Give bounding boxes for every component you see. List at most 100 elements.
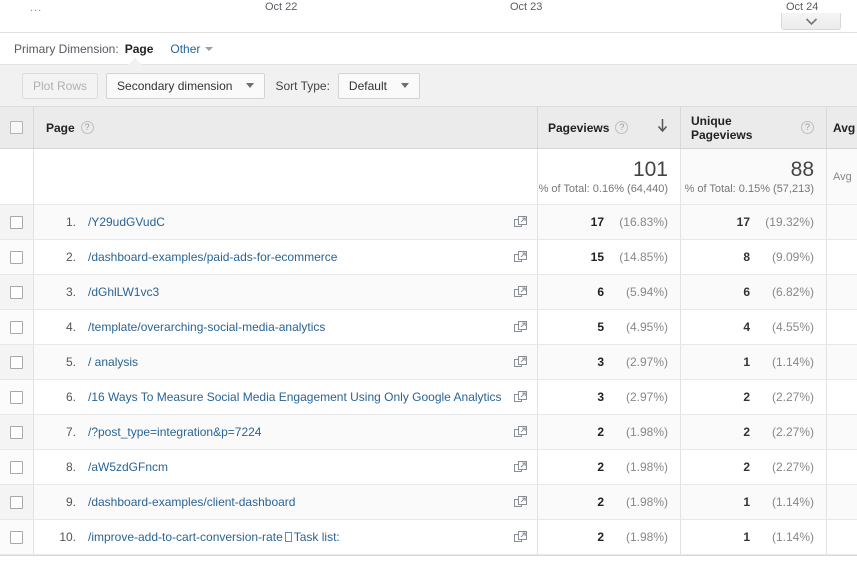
page-link[interactable]: /aW5zdGFncm (88, 460, 168, 474)
row-unique-pageviews-value: 4 (743, 320, 750, 334)
row-checkbox[interactable] (10, 355, 23, 369)
page-link[interactable]: /improve-add-to-cart-conversion-rate Task… (88, 530, 340, 544)
pages-data-table: Page ? Pageviews ? Unique Pageviews ? Av… (0, 106, 857, 555)
row-unique-pageviews-percent: (1.14%) (771, 355, 814, 369)
open-in-new-window-icon[interactable] (514, 425, 527, 439)
row-unique-pageviews-value: 2 (743, 425, 750, 439)
row-unique-pageviews-cell: 2 (2.27%) (681, 415, 827, 449)
row-page-cell: 4. /template/overarching-social-media-ana… (34, 310, 538, 344)
summary-unique-pageviews-subtext: % of Total: 0.15% (57,213) (684, 183, 814, 195)
table-row: 6. /16 Ways To Measure Social Media Engag… (0, 380, 857, 415)
open-in-new-window-icon[interactable] (514, 355, 527, 369)
summary-pageviews-cell: 101 % of Total: 0.16% (64,440) (538, 149, 681, 204)
summary-avg-cell: Avg (827, 149, 857, 204)
open-in-new-window-icon[interactable] (514, 320, 527, 334)
row-checkbox[interactable] (10, 425, 23, 439)
row-index: 8. (65, 460, 76, 474)
row-index: 4. (65, 320, 76, 334)
page-link[interactable]: /16 Ways To Measure Social Media Engagem… (88, 390, 502, 404)
column-header-pageviews[interactable]: Pageviews ? (538, 107, 681, 148)
sort-type-dropdown[interactable]: Default (337, 72, 420, 99)
select-all-checkbox[interactable] (10, 121, 23, 134)
page-link[interactable]: /dashboard-examples/client-dashboard (88, 495, 295, 509)
page-link-text: /dGhlLW1vc3 (88, 285, 160, 299)
row-unique-pageviews-percent: (2.27%) (771, 460, 814, 474)
page-link[interactable]: /Y29udGVudC (88, 215, 165, 229)
missing-glyph-box (284, 532, 292, 542)
page-link[interactable]: /?post_type=integration&p=7224 (88, 425, 261, 439)
help-icon[interactable]: ? (801, 121, 814, 134)
row-checkbox[interactable] (10, 530, 23, 544)
row-unique-pageviews-value: 1 (743, 530, 750, 544)
open-in-new-window-icon[interactable] (514, 215, 527, 229)
row-checkbox-cell (0, 450, 34, 484)
summary-avg-subtext: Avg (833, 170, 852, 183)
chart-collapse-button[interactable] (781, 13, 841, 30)
chevron-down-icon (400, 83, 409, 88)
row-index: 3. (65, 285, 76, 299)
page-link-text: /improve-add-to-cart-conversion-rate (88, 530, 283, 544)
chart-ellipsis: ... (30, 2, 43, 14)
chevron-down-icon (205, 46, 214, 51)
open-in-new-window-icon[interactable] (514, 530, 527, 544)
help-icon[interactable]: ? (80, 121, 94, 134)
open-in-new-window-icon[interactable] (514, 460, 527, 474)
help-icon[interactable]: ? (615, 121, 629, 134)
row-checkbox[interactable] (10, 215, 23, 229)
column-header-avg[interactable]: Avg (827, 107, 857, 148)
row-page-cell: 7. /?post_type=integration&p=7224 (34, 415, 538, 449)
row-checkbox[interactable] (10, 285, 23, 299)
row-avg-cell (827, 520, 857, 554)
page-link[interactable]: /dashboard-examples/paid-ads-for-ecommer… (88, 250, 337, 264)
page-link-text: /Y29udGVudC (88, 215, 165, 229)
row-pageviews-value: 2 (597, 495, 604, 509)
row-checkbox[interactable] (10, 460, 23, 474)
row-checkbox[interactable] (10, 390, 23, 404)
row-checkbox[interactable] (10, 320, 23, 334)
chart-tick-1: Oct 23 (510, 1, 543, 13)
row-pageviews-value: 2 (597, 425, 604, 439)
row-pageviews-cell: 2 (1.98%) (538, 450, 681, 484)
primary-dimension-page-tab[interactable]: Page (125, 42, 154, 56)
plot-rows-label: Plot Rows (33, 78, 88, 93)
row-unique-pageviews-cell: 8 (9.09%) (681, 240, 827, 274)
row-unique-pageviews-cell: 4 (4.55%) (681, 310, 827, 344)
row-page-cell: 3. /dGhlLW1vc3 (34, 275, 538, 309)
row-unique-pageviews-percent: (2.27%) (771, 390, 814, 404)
table-row: 7. /?post_type=integration&p=7224 2 (1.98%)… (0, 415, 857, 450)
primary-dimension-label: Primary Dimension: (14, 41, 119, 56)
row-page-cell: 10. /improve-add-to-cart-conversion-rate T… (34, 520, 538, 554)
row-page-cell: 9. /dashboard-examples/client-dashboard (34, 485, 538, 519)
row-pageviews-cell: 3 (2.97%) (538, 345, 681, 379)
select-all-cell (0, 107, 34, 148)
primary-dimension-other-dropdown[interactable]: Other (170, 42, 214, 56)
active-tab-notch (128, 58, 142, 65)
row-checkbox[interactable] (10, 495, 23, 509)
chart-tick-0: Oct 22 (265, 1, 298, 13)
row-pageviews-cell: 2 (1.98%) (538, 415, 681, 449)
row-index: 1. (65, 215, 76, 229)
row-pageviews-cell: 15 (14.85%) (538, 240, 681, 274)
column-header-unique-pageviews[interactable]: Unique Pageviews ? (681, 107, 827, 148)
page-link[interactable]: /dGhlLW1vc3 (88, 285, 159, 299)
row-pageviews-value: 3 (597, 390, 604, 404)
row-pageviews-percent: (16.83%) (619, 215, 668, 229)
row-pageviews-cell: 2 (1.98%) (538, 485, 681, 519)
secondary-dimension-dropdown[interactable]: Secondary dimension (106, 72, 266, 99)
row-pageviews-value: 2 (597, 460, 604, 474)
open-in-new-window-icon[interactable] (514, 285, 527, 299)
page-link-text: / analysis (88, 355, 139, 369)
open-in-new-window-icon[interactable] (514, 250, 527, 264)
row-page-cell: 1. /Y29udGVudC (34, 205, 538, 239)
row-checkbox[interactable] (10, 250, 23, 264)
row-unique-pageviews-percent: (6.82%) (771, 285, 814, 299)
page-link[interactable]: / analysis (88, 355, 138, 369)
open-in-new-window-icon[interactable] (514, 390, 527, 404)
plot-rows-button[interactable]: Plot Rows (22, 72, 99, 99)
secondary-dimension-label: Secondary dimension (117, 78, 233, 93)
column-header-page[interactable]: Page ? (34, 107, 538, 148)
row-pageviews-value: 6 (597, 285, 604, 299)
row-unique-pageviews-percent: (2.27%) (771, 425, 814, 439)
page-link[interactable]: /template/overarching-social-media-analy… (88, 320, 325, 334)
open-in-new-window-icon[interactable] (514, 495, 527, 509)
